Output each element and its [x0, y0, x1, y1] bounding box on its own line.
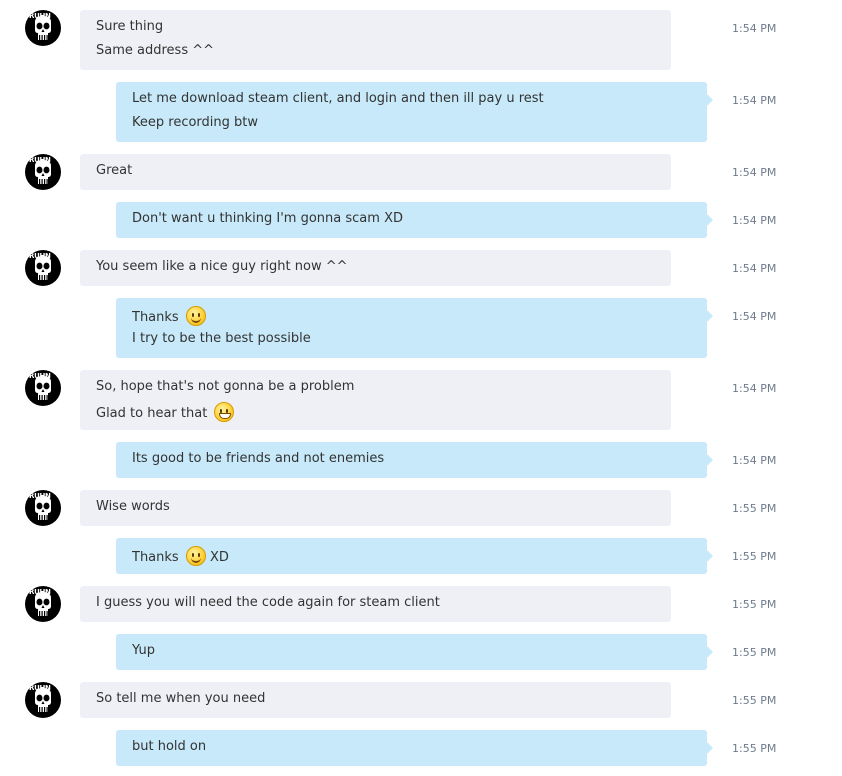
message-text: So, hope that's not gonna be a problem: [96, 378, 655, 402]
message-timestamp: 1:55 PM: [732, 646, 777, 659]
message-text-segment: Its good to be friends and not enemies: [132, 451, 385, 466]
avatar-tag: RUHN: [29, 12, 51, 20]
message-text: So tell me when you need: [96, 690, 655, 714]
grin-emoticon: [214, 402, 235, 422]
message-text: I try to be the best possible: [132, 330, 691, 354]
message-timestamp: 1:54 PM: [732, 22, 777, 35]
message-bubble[interactable]: Thanks I try to be the best possible: [116, 298, 713, 358]
message-timestamp: 1:55 PM: [732, 550, 777, 563]
avatar[interactable]: RUHN: [25, 154, 61, 190]
message-bubble[interactable]: I guess you will need the code again for…: [80, 586, 671, 622]
message-text: Sure thing: [96, 18, 655, 42]
message-timestamp: 1:55 PM: [732, 694, 777, 707]
message-timestamp: 1:54 PM: [732, 94, 777, 107]
message-text: Don't want u thinking I'm gonna scam XD: [132, 210, 691, 234]
message-bubble[interactable]: but hold on: [116, 730, 713, 766]
message-text-segment: Thanks: [132, 550, 183, 565]
message-text-segment: Yup: [132, 643, 155, 658]
message-text: Great: [96, 162, 655, 186]
message-text: Glad to hear that: [96, 402, 655, 426]
message-text: Yup: [132, 642, 691, 666]
avatar-tag: RUHN: [29, 684, 51, 692]
message-timestamp: 1:55 PM: [732, 742, 777, 755]
message-text-segment: Let me download steam client, and login …: [132, 91, 544, 106]
message-timestamp: 1:55 PM: [732, 598, 777, 611]
message-text: Same address ^^: [96, 42, 655, 66]
message-bubble[interactable]: Great: [80, 154, 671, 190]
message-text: Its good to be friends and not enemies: [132, 450, 691, 474]
avatar[interactable]: RUHN: [25, 682, 61, 718]
message-text-segment: Wise words: [96, 499, 170, 514]
message-text-segment: Don't want u thinking I'm gonna scam XD: [132, 211, 403, 226]
message-text-segment: Same address ^^: [96, 43, 215, 58]
message-timestamp: 1:55 PM: [732, 502, 777, 515]
smile-emoticon: [185, 546, 206, 566]
message-text-segment: I try to be the best possible: [132, 331, 311, 346]
message-text-segment: but hold on: [132, 739, 207, 754]
avatar[interactable]: RUHN: [25, 250, 61, 286]
message-text-segment: So tell me when you need: [96, 691, 266, 706]
message-text: Thanks XD: [132, 546, 691, 570]
message-bubble[interactable]: You seem like a nice guy right now ^^: [80, 250, 671, 286]
avatar[interactable]: RUHN: [25, 586, 61, 622]
message-text: Thanks: [132, 306, 691, 330]
message-text: You seem like a nice guy right now ^^: [96, 258, 655, 282]
message-bubble[interactable]: Yup: [116, 634, 713, 670]
message-bubble[interactable]: Wise words: [80, 490, 671, 526]
message-text-segment: Great: [96, 163, 133, 178]
avatar-tag: RUHN: [29, 252, 51, 260]
message-text-segment: So, hope that's not gonna be a problem: [96, 379, 355, 394]
message-bubble[interactable]: Let me download steam client, and login …: [116, 82, 713, 142]
message-text: Keep recording btw: [132, 114, 691, 138]
message-bubble[interactable]: So tell me when you need: [80, 682, 671, 718]
message-text-segment: Sure thing: [96, 19, 164, 34]
message-bubble[interactable]: Sure thing Same address ^^: [80, 10, 671, 70]
message-text: but hold on: [132, 738, 691, 762]
chat-history[interactable]: RUHN Sure thing Same address ^^ 1:54 PM Let …: [0, 0, 842, 776]
message-text-segment: XD: [205, 550, 229, 565]
message-timestamp: 1:54 PM: [732, 166, 777, 179]
message-text: Let me download steam client, and login …: [132, 90, 691, 114]
avatar[interactable]: RUHN: [25, 10, 61, 46]
avatar-tag: RUHN: [29, 492, 51, 500]
avatar[interactable]: RUHN: [25, 370, 61, 406]
message-text-segment: Glad to hear that: [96, 406, 212, 421]
message-timestamp: 1:54 PM: [732, 262, 777, 275]
message-text-segment: Keep recording btw: [132, 115, 259, 130]
avatar-tag: RUHN: [29, 156, 51, 164]
smile-emoticon: [185, 306, 206, 326]
message-timestamp: 1:54 PM: [732, 382, 777, 395]
message-text: Wise words: [96, 498, 655, 522]
avatar[interactable]: RUHN: [25, 490, 61, 526]
message-bubble[interactable]: Thanks XD: [116, 538, 713, 574]
message-bubble[interactable]: Don't want u thinking I'm gonna scam XD: [116, 202, 713, 238]
message-bubble[interactable]: So, hope that's not gonna be a problem Gl…: [80, 370, 671, 430]
avatar-tag: RUHN: [29, 588, 51, 596]
message-timestamp: 1:54 PM: [732, 310, 777, 323]
message-text-segment: You seem like a nice guy right now ^^: [96, 259, 348, 274]
message-text: I guess you will need the code again for…: [96, 594, 655, 618]
message-text-segment: I guess you will need the code again for…: [96, 595, 440, 610]
message-text-segment: Thanks: [132, 310, 183, 325]
message-timestamp: 1:54 PM: [732, 214, 777, 227]
message-bubble[interactable]: Its good to be friends and not enemies: [116, 442, 713, 478]
message-timestamp: 1:54 PM: [732, 454, 777, 467]
avatar-tag: RUHN: [29, 372, 51, 380]
